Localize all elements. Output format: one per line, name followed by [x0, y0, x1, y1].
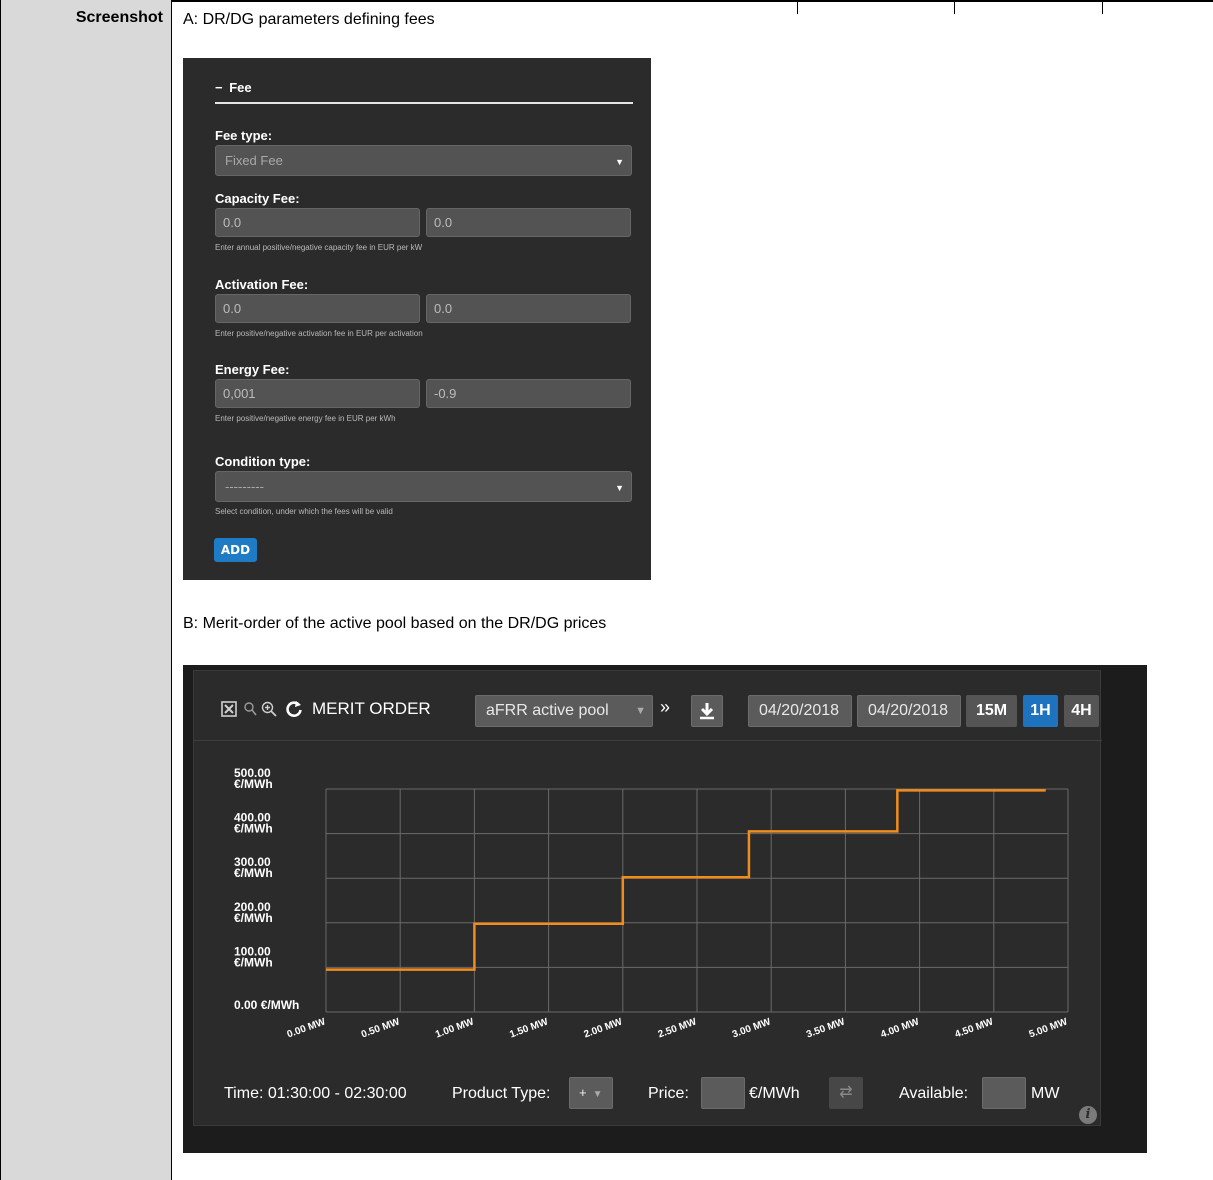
activation-fee-negative-input[interactable]: 0.0 [426, 294, 631, 323]
x-tick-label: 4.00 MW [879, 1016, 921, 1040]
close-icon[interactable] [221, 701, 237, 720]
x-tick-label: 1.50 MW [508, 1016, 550, 1040]
zoom-in-icon[interactable] [261, 701, 277, 720]
refresh-icon[interactable] [284, 699, 304, 722]
fee-type-select[interactable]: Fixed Fee ▼ [215, 145, 632, 176]
fee-section-title: Fee [229, 80, 252, 95]
x-tick-label: 2.00 MW [582, 1016, 624, 1040]
x-axis-ticks: 0.00 MW 0.50 MW 1.00 MW 1.50 MW 2.00 MW 2.50 … [286, 1016, 1070, 1040]
condition-type-label: Condition type: [215, 454, 311, 469]
date-to-input[interactable]: 04/20/2018 [857, 695, 961, 727]
chart-grid [325, 788, 1069, 1013]
y-tick-label: 0.00 €/MWh [234, 998, 299, 1012]
y-axis-ticks: 0.00 €/MWh 100.00 €/MWh 200.00 €/MWh 300.00 €/… [234, 766, 299, 1012]
merit-order-frame: MERIT ORDER aFRR active pool ▼ » 04/20/2… [183, 665, 1147, 1153]
capacity-fee-label: Capacity Fee: [215, 191, 300, 206]
y-tick-label: 300.00 €/MWh [234, 855, 273, 880]
pool-select[interactable]: aFRR active pool ▼ [475, 695, 653, 727]
collapse-icon[interactable]: − [215, 80, 223, 95]
x-tick-label: 1.00 MW [434, 1016, 476, 1040]
caption-b: B: Merit-order of the active pool based … [183, 615, 607, 632]
x-tick-label: 3.50 MW [805, 1016, 847, 1040]
x-tick-label: 2.50 MW [657, 1016, 699, 1040]
document-table: Screenshot A: DR/DG parameters defining … [0, 0, 1213, 1180]
y-tick-label: 200.00 €/MWh [234, 900, 273, 925]
fee-form-panel: − Fee Fee type: Fixed Fee ▼ Capacity Fee… [183, 58, 651, 580]
chevron-down-icon: ▼ [615, 157, 624, 167]
activation-fee-positive-input[interactable]: 0.0 [215, 294, 420, 323]
capacity-fee-negative-input[interactable]: 0.0 [426, 208, 631, 237]
price-unit: €/MWh [749, 1085, 800, 1102]
condition-type-select[interactable]: --------- ▼ [215, 471, 632, 502]
x-tick-label: 3.00 MW [731, 1016, 773, 1040]
download-button[interactable] [691, 695, 723, 727]
caption-a: A: DR/DG parameters defining fees [183, 11, 435, 28]
price-input[interactable] [701, 1077, 745, 1109]
energy-fee-negative-input[interactable]: -0.9 [426, 379, 631, 408]
y-tick-label: 500.00 €/MWh [234, 766, 273, 791]
interval-button-1h[interactable]: 1H [1023, 695, 1058, 727]
interval-button-15m[interactable]: 15M [966, 695, 1017, 727]
time-range-label: Time: 01:30:00 - 02:30:00 [224, 1085, 407, 1102]
merit-order-chart: 0.00 €/MWh 100.00 €/MWh 200.00 €/MWh 300.00 €/… [234, 766, 1070, 1041]
add-button[interactable]: ADD [214, 538, 257, 562]
energy-fee-positive-input[interactable]: 0,001 [215, 379, 420, 408]
interval-button-4h[interactable]: 4H [1064, 695, 1099, 727]
pool-select-value: aFRR active pool [486, 702, 609, 719]
fee-section-header[interactable]: − Fee [215, 80, 633, 104]
date-from-input[interactable]: 04/20/2018 [748, 695, 852, 727]
available-label: Available: [899, 1085, 969, 1102]
chevron-down-icon: ▼ [615, 483, 624, 493]
product-type-label: Product Type: [452, 1085, 551, 1102]
product-type-value: + [579, 1085, 587, 1100]
x-tick-label: 0.50 MW [360, 1016, 402, 1040]
forward-icon[interactable]: » [660, 697, 670, 718]
zoom-out-icon[interactable] [243, 701, 257, 720]
x-tick-label: 4.50 MW [953, 1016, 995, 1040]
info-icon[interactable]: i [1079, 1106, 1097, 1124]
activation-fee-help: Enter positive/negative activation fee i… [215, 329, 423, 338]
merit-order-panel: MERIT ORDER aFRR active pool ▼ » 04/20/2… [193, 670, 1102, 1127]
energy-fee-label: Energy Fee: [215, 362, 290, 377]
fee-type-label: Fee type: [215, 128, 273, 143]
chart-series [326, 789, 1046, 971]
activation-fee-label: Activation Fee: [215, 277, 309, 292]
x-tick-label: 5.00 MW [1028, 1016, 1070, 1040]
chevron-down-icon: ▼ [592, 1089, 603, 1100]
y-tick-label: 400.00 €/MWh [234, 811, 273, 836]
row-label-cell: Screenshot [0, 0, 172, 1180]
merit-order-toolbar: MERIT ORDER aFRR active pool ▼ » 04/20/2… [194, 671, 1102, 741]
merit-order-title: MERIT ORDER [312, 699, 431, 718]
condition-type-help: Select condition, under which the fees w… [215, 507, 393, 516]
chevron-down-icon: ▼ [635, 705, 646, 717]
content-cell: A: DR/DG parameters defining fees − Fee … [173, 2, 1213, 1180]
available-input[interactable] [982, 1077, 1026, 1109]
fee-type-value: Fixed Fee [225, 153, 283, 168]
condition-type-value: --------- [225, 479, 264, 494]
price-label: Price: [648, 1085, 689, 1102]
product-type-select[interactable]: + ▼ [569, 1077, 613, 1109]
energy-fee-help: Enter positive/negative energy fee in EU… [215, 414, 396, 423]
capacity-fee-positive-input[interactable]: 0.0 [215, 208, 420, 237]
merit-order-footer: Time: 01:30:00 - 02:30:00 Product Type: … [194, 1065, 1102, 1127]
available-unit: MW [1031, 1085, 1060, 1102]
row-label: Screenshot [75, 9, 163, 26]
x-tick-label: 0.00 MW [286, 1016, 328, 1040]
y-tick-label: 100.00 €/MWh [234, 944, 273, 969]
capacity-fee-help: Enter annual positive/negative capacity … [215, 243, 423, 252]
merit-order-series-line [326, 789, 1046, 971]
swap-icon[interactable]: ⇄ [829, 1077, 863, 1109]
